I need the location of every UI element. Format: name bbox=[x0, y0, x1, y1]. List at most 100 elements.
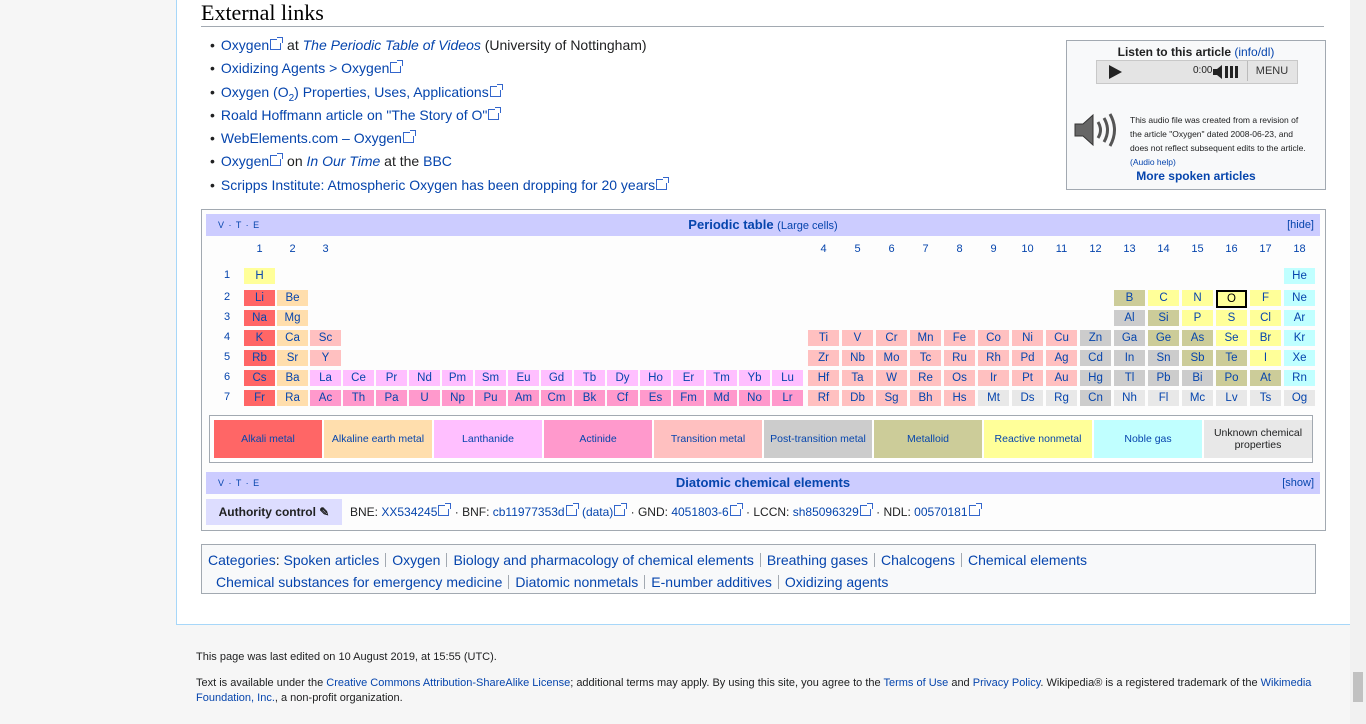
authority-link[interactable]: cb11977353d bbox=[493, 505, 565, 519]
element-cell[interactable]: Np bbox=[442, 390, 473, 406]
element-cell[interactable]: Sm bbox=[475, 370, 506, 386]
info-dl-link[interactable]: (info/dl) bbox=[1234, 45, 1274, 59]
element-cell[interactable]: No bbox=[739, 390, 770, 406]
scrollbar-thumb[interactable] bbox=[1353, 672, 1363, 702]
footer-link[interactable]: Terms of Use bbox=[883, 677, 948, 689]
volume-icon[interactable] bbox=[1213, 64, 1241, 80]
authority-control-label[interactable]: Authority control ✎ bbox=[206, 499, 342, 525]
group-number[interactable]: 17 bbox=[1249, 243, 1282, 255]
element-cell[interactable]: Pt bbox=[1012, 370, 1043, 386]
element-cell[interactable]: Sg bbox=[876, 390, 907, 406]
footer-link[interactable]: Privacy Policy bbox=[973, 677, 1041, 689]
period-number[interactable]: 4 bbox=[217, 331, 237, 343]
element-cell[interactable]: Be bbox=[277, 290, 308, 306]
element-cell[interactable]: Tm bbox=[706, 370, 737, 386]
element-cell[interactable]: S bbox=[1216, 310, 1247, 326]
hide-toggle[interactable]: [hide] bbox=[1287, 214, 1314, 236]
element-cell[interactable]: Bh bbox=[910, 390, 941, 406]
element-cell[interactable]: W bbox=[876, 370, 907, 386]
categories-label[interactable]: Categories bbox=[208, 552, 276, 568]
element-cell[interactable]: P bbox=[1182, 310, 1213, 326]
element-cell[interactable]: Rb bbox=[244, 350, 275, 366]
legend-item[interactable]: Unknown chemical properties bbox=[1204, 420, 1312, 458]
large-cells-link[interactable]: (Large cells) bbox=[777, 220, 838, 232]
element-cell[interactable]: Y bbox=[310, 350, 341, 366]
element-cell[interactable]: Au bbox=[1046, 370, 1077, 386]
element-cell[interactable]: Cl bbox=[1250, 310, 1281, 326]
element-cell[interactable]: Fm bbox=[673, 390, 704, 406]
authority-link[interactable]: sh85096329 bbox=[793, 505, 859, 519]
external-link[interactable]: The Periodic Table of Videos bbox=[303, 37, 481, 53]
category-link[interactable]: Biology and pharmacology of chemical ele… bbox=[453, 552, 753, 568]
element-cell[interactable]: Th bbox=[343, 390, 374, 406]
group-number[interactable]: 8 bbox=[943, 243, 976, 255]
element-cell[interactable]: Mg bbox=[277, 310, 308, 326]
element-cell[interactable]: Kr bbox=[1284, 330, 1315, 346]
group-number[interactable]: 6 bbox=[875, 243, 908, 255]
element-cell[interactable]: Bi bbox=[1182, 370, 1213, 386]
more-spoken-articles-link[interactable]: More spoken articles bbox=[1067, 169, 1325, 183]
period-number[interactable]: 2 bbox=[217, 291, 237, 303]
legend-item[interactable]: Metalloid bbox=[874, 420, 982, 458]
element-cell[interactable]: Ga bbox=[1114, 330, 1145, 346]
element-cell[interactable]: Pa bbox=[376, 390, 407, 406]
category-link[interactable]: Breathing gases bbox=[767, 552, 868, 568]
element-cell[interactable]: In bbox=[1114, 350, 1145, 366]
external-link[interactable]: Oxidizing Agents > Oxygen bbox=[221, 60, 390, 76]
element-cell[interactable]: Ho bbox=[640, 370, 671, 386]
element-cell[interactable]: V bbox=[842, 330, 873, 346]
group-number[interactable]: 11 bbox=[1045, 243, 1078, 255]
element-cell[interactable]: Eu bbox=[508, 370, 539, 386]
element-cell[interactable]: At bbox=[1250, 370, 1281, 386]
periodic-table-title[interactable]: Periodic table (Large cells) bbox=[206, 214, 1320, 237]
element-cell[interactable]: Ni bbox=[1012, 330, 1043, 346]
external-link[interactable]: Oxygen (O bbox=[221, 84, 289, 100]
element-cell[interactable]: Ac bbox=[310, 390, 341, 406]
element-cell[interactable]: Pm bbox=[442, 370, 473, 386]
element-cell[interactable]: Lv bbox=[1216, 390, 1247, 406]
element-cell[interactable]: Rg bbox=[1046, 390, 1077, 406]
element-cell[interactable]: Mc bbox=[1182, 390, 1213, 406]
legend-item[interactable]: Noble gas bbox=[1094, 420, 1202, 458]
element-cell[interactable]: Tc bbox=[910, 350, 941, 366]
element-cell[interactable]: Fe bbox=[944, 330, 975, 346]
external-link[interactable]: ) Properties, Uses, Applications bbox=[294, 84, 489, 100]
element-cell[interactable]: Br bbox=[1250, 330, 1281, 346]
element-cell[interactable]: Db bbox=[842, 390, 873, 406]
element-cell[interactable]: Zr bbox=[808, 350, 839, 366]
period-number[interactable]: 3 bbox=[217, 311, 237, 323]
group-number[interactable]: 12 bbox=[1079, 243, 1112, 255]
element-cell[interactable]: Al bbox=[1114, 310, 1145, 326]
element-cell[interactable]: As bbox=[1182, 330, 1213, 346]
legend-item[interactable]: Reactive nonmetal bbox=[984, 420, 1092, 458]
period-number[interactable]: 7 bbox=[217, 391, 237, 403]
element-cell[interactable]: Zn bbox=[1080, 330, 1111, 346]
element-cell[interactable]: Si bbox=[1148, 310, 1179, 326]
element-cell[interactable]: Ds bbox=[1012, 390, 1043, 406]
element-cell[interactable]: Ru bbox=[944, 350, 975, 366]
element-cell[interactable]: Mt bbox=[978, 390, 1009, 406]
element-cell[interactable]: Lu bbox=[772, 370, 803, 386]
group-number[interactable]: 1 bbox=[243, 243, 276, 255]
element-cell[interactable]: Pd bbox=[1012, 350, 1043, 366]
element-cell[interactable]: Dy bbox=[607, 370, 638, 386]
category-link[interactable]: Chemical substances for emergency medici… bbox=[216, 574, 502, 590]
category-link[interactable]: E-number additives bbox=[651, 574, 772, 590]
diatomic-title[interactable]: Diatomic chemical elements bbox=[206, 472, 1320, 494]
element-cell[interactable]: Tl bbox=[1114, 370, 1145, 386]
element-cell[interactable]: Md bbox=[706, 390, 737, 406]
element-cell[interactable]: Ce bbox=[343, 370, 374, 386]
element-cell[interactable]: Og bbox=[1284, 390, 1315, 406]
play-icon[interactable] bbox=[1109, 65, 1122, 79]
element-cell[interactable]: Pb bbox=[1148, 370, 1179, 386]
element-cell[interactable]: Ra bbox=[277, 390, 308, 406]
external-link[interactable]: Scripps Institute: Atmospheric Oxygen ha… bbox=[221, 177, 655, 193]
group-number[interactable]: 10 bbox=[1011, 243, 1044, 255]
element-cell[interactable]: Fl bbox=[1148, 390, 1179, 406]
element-cell[interactable]: Ts bbox=[1250, 390, 1281, 406]
scrollbar[interactable] bbox=[1350, 0, 1366, 724]
element-cell[interactable]: Ne bbox=[1284, 290, 1315, 306]
element-cell[interactable]: Hs bbox=[944, 390, 975, 406]
external-link[interactable]: WebElements.com – Oxygen bbox=[221, 130, 402, 146]
legend-item[interactable]: Lanthanide bbox=[434, 420, 542, 458]
